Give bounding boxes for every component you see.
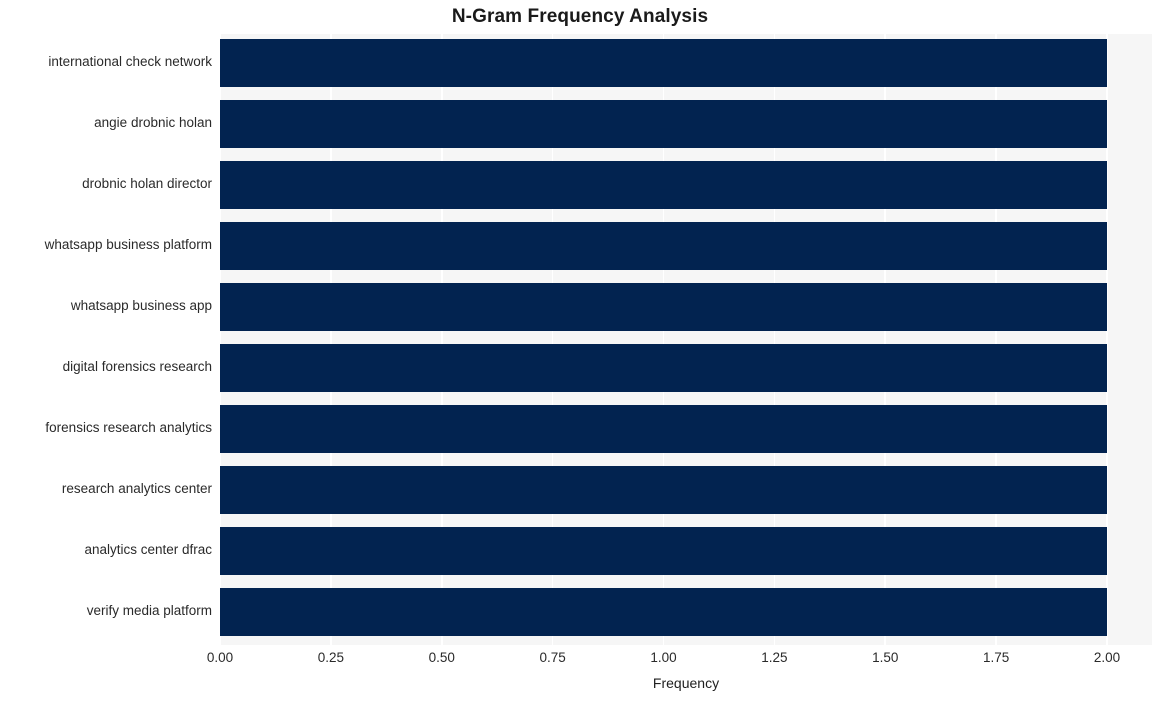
chart-figure: N-Gram Frequency Analysis international … xyxy=(0,0,1160,701)
x-axis-tick-label: 1.25 xyxy=(761,650,788,665)
y-axis-tick-label: forensics research analytics xyxy=(45,420,212,436)
y-axis-tick-label: verify media platform xyxy=(86,603,212,619)
bar xyxy=(220,99,1107,148)
y-axis-tick-label: research analytics center xyxy=(61,481,212,497)
bar xyxy=(220,160,1107,209)
bar xyxy=(220,588,1107,637)
x-axis-title: Frequency xyxy=(652,675,720,691)
y-axis-tick-label: whatsapp business platform xyxy=(44,236,212,252)
chart-title: N-Gram Frequency Analysis xyxy=(451,6,709,27)
plot-area xyxy=(220,34,1152,645)
bar xyxy=(220,221,1107,270)
y-axis-tick-label: drobnic holan director xyxy=(82,175,212,191)
x-axis-tick-label: 0.75 xyxy=(539,650,566,665)
bar xyxy=(220,466,1107,515)
y-axis-tick-label: international check network xyxy=(48,53,212,69)
bar xyxy=(220,405,1107,454)
y-axis-tick-label: whatsapp business app xyxy=(70,297,212,313)
x-axis-tick-label: 0.50 xyxy=(428,650,455,665)
x-axis-tick-label: 1.00 xyxy=(650,650,677,665)
y-axis-tick-labels: international check network angie drobnic… xyxy=(0,34,212,645)
bar xyxy=(220,282,1107,331)
y-axis-tick-label: angie drobnic holan xyxy=(94,114,212,130)
x-axis-tick-label: 1.50 xyxy=(872,650,899,665)
y-axis-tick-label: analytics center dfrac xyxy=(84,542,212,558)
x-axis-tick-label: 1.75 xyxy=(982,650,1010,665)
x-axis-tick-labels: 0.00 0.25 0.50 0.75 1.00 1.25 1.50 1.75 2.00 xyxy=(0,651,1160,671)
bar xyxy=(220,344,1107,393)
bar xyxy=(220,527,1107,576)
x-axis-tick-label: 0.25 xyxy=(317,650,345,665)
y-axis-tick-label: digital forensics research xyxy=(62,359,212,375)
bar xyxy=(220,38,1107,87)
x-axis-tick-label: 0.00 xyxy=(206,650,234,665)
x-axis-tick-label: 2.00 xyxy=(1093,650,1121,665)
bar-series xyxy=(220,34,1152,645)
